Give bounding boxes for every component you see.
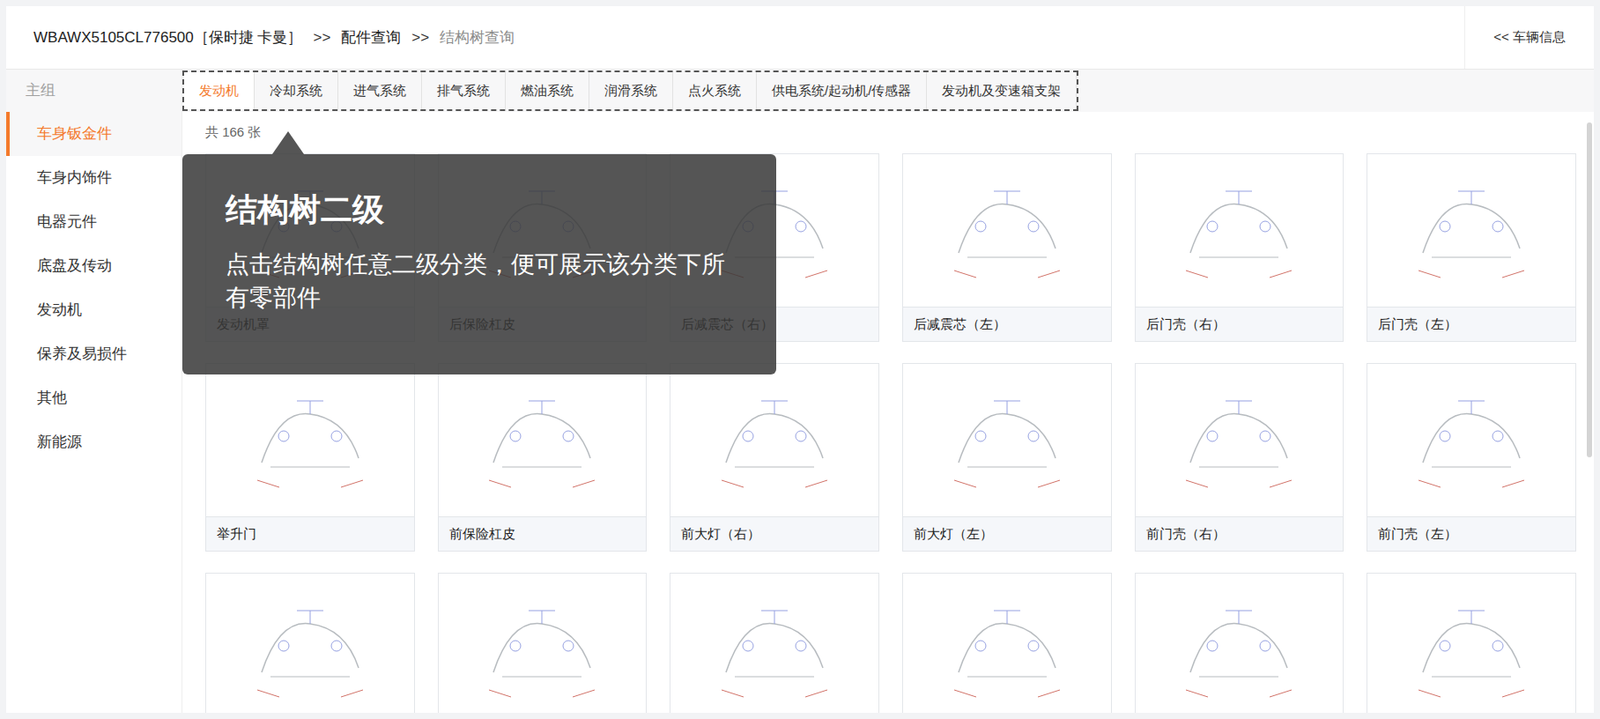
part-card[interactable]: 举升门 xyxy=(205,362,415,552)
breadcrumb-item[interactable]: 配件查询 xyxy=(340,26,401,50)
part-card[interactable] xyxy=(437,572,648,713)
part-diagram-icon xyxy=(1172,173,1305,289)
part-image xyxy=(1367,363,1576,517)
tab-bar: 发动机冷却系统进气系统排气系统燃油系统润滑系统点火系统供电系统/起动机/传感器发… xyxy=(182,69,1594,112)
part-card[interactable] xyxy=(669,572,880,713)
part-image xyxy=(670,363,879,517)
part-image xyxy=(438,363,647,517)
part-image xyxy=(903,363,1112,517)
part-label: 举升门 xyxy=(206,516,415,551)
breadcrumb-item: 结构树查询 xyxy=(439,26,515,50)
sidebar-item[interactable]: 底盘及传动 xyxy=(6,244,182,289)
part-label: 后门壳（右） xyxy=(1135,306,1344,341)
sidebar-item[interactable]: 车身内饰件 xyxy=(6,155,182,200)
app: WBAWX5105CL776500［保时捷 卡曼］ >> 配件查询 >> 结构树查询 <<… xyxy=(0,0,1600,719)
tooltip-arrow-icon xyxy=(272,131,304,155)
part-diagram-icon xyxy=(1405,173,1538,289)
part-diagram-icon xyxy=(475,592,608,708)
part-image xyxy=(1135,573,1344,713)
part-card[interactable]: 前门壳（右） xyxy=(1134,362,1345,552)
part-image xyxy=(1135,363,1344,517)
part-diagram-icon xyxy=(1405,592,1538,708)
part-label: 前大灯（左） xyxy=(903,516,1112,551)
scrollbar[interactable] xyxy=(1585,111,1594,713)
tab[interactable]: 润滑系统 xyxy=(589,72,674,110)
tab[interactable]: 点火系统 xyxy=(673,72,757,110)
sidebar-item[interactable]: 电器元件 xyxy=(6,200,182,245)
breadcrumb: WBAWX5105CL776500［保时捷 卡曼］ >> 配件查询 >> 结构树查询 xyxy=(6,26,515,50)
part-card[interactable]: 前大灯（左） xyxy=(902,362,1112,552)
tab[interactable]: 燃油系统 xyxy=(505,72,590,110)
part-image xyxy=(1367,154,1576,307)
part-label: 前门壳（左） xyxy=(1367,516,1576,551)
part-diagram-icon xyxy=(475,383,608,498)
sidebar-item[interactable]: 发动机 xyxy=(6,288,182,333)
tooltip-body: 点击结构树任意二级分类，便可展示该分类下所有零部件 xyxy=(225,248,734,316)
part-diagram-icon xyxy=(708,383,841,498)
tab-group: 发动机冷却系统进气系统排气系统燃油系统润滑系统点火系统供电系统/起动机/传感器发… xyxy=(182,70,1079,112)
part-card[interactable] xyxy=(902,572,1112,713)
part-image xyxy=(206,363,415,517)
part-label: 后门壳（左） xyxy=(1367,306,1576,341)
breadcrumb-separator: >> xyxy=(411,26,430,50)
tooltip-title: 结构树二级 xyxy=(225,189,734,230)
breadcrumb-item[interactable]: WBAWX5105CL776500［保时捷 卡曼］ xyxy=(33,26,303,50)
tab[interactable]: 排气系统 xyxy=(422,72,506,110)
part-label: 后减震芯（左） xyxy=(903,306,1112,341)
part-image xyxy=(903,573,1112,713)
sidebar: 主组车身钣金件车身内饰件电器元件底盘及传动发动机保养及易损件其他新能源 xyxy=(6,69,183,713)
sidebar-title: 主组 xyxy=(6,69,182,112)
part-card[interactable]: 前保险杠皮 xyxy=(437,362,648,552)
part-label: 前门壳（右） xyxy=(1135,516,1344,551)
sidebar-item[interactable]: 保养及易损件 xyxy=(6,332,182,377)
page-card: WBAWX5105CL776500［保时捷 卡曼］ >> 配件查询 >> 结构树查询 <<… xyxy=(6,6,1594,713)
vehicle-info-button[interactable]: << 车辆信息 xyxy=(1464,6,1594,69)
part-diagram-icon xyxy=(1172,592,1305,708)
part-diagram-icon xyxy=(940,173,1074,289)
part-card[interactable]: 后门壳（右） xyxy=(1134,153,1345,342)
part-card[interactable] xyxy=(205,572,415,713)
part-label: 前保险杠皮 xyxy=(438,516,647,551)
part-diagram-icon xyxy=(708,592,841,708)
part-image xyxy=(438,573,647,713)
sidebar-item[interactable]: 其他 xyxy=(6,376,182,421)
part-card[interactable] xyxy=(1134,572,1345,713)
tab[interactable]: 冷却系统 xyxy=(254,72,339,110)
part-card[interactable]: 前门壳（左） xyxy=(1366,362,1577,552)
sidebar-item[interactable]: 车身钣金件 xyxy=(6,111,182,156)
sidebar-item[interactable]: 新能源 xyxy=(6,420,182,465)
part-diagram-icon xyxy=(940,383,1074,498)
part-image xyxy=(903,154,1112,307)
scrollbar-thumb[interactable] xyxy=(1586,122,1593,458)
part-card[interactable] xyxy=(1366,572,1577,713)
part-image xyxy=(1367,573,1576,713)
part-card[interactable]: 后门壳（左） xyxy=(1366,153,1577,342)
content: 发动机冷却系统进气系统排气系统燃油系统润滑系统点火系统供电系统/起动机/传感器发… xyxy=(182,69,1594,713)
part-image xyxy=(206,573,415,713)
part-image xyxy=(670,573,879,713)
part-diagram-icon xyxy=(244,383,377,498)
part-card[interactable]: 后减震芯（左） xyxy=(902,153,1112,342)
count-label: 共 166 张 xyxy=(205,111,1577,154)
tooltip: 结构树二级点击结构树任意二级分类，便可展示该分类下所有零部件 xyxy=(182,154,777,375)
part-card[interactable]: 前大灯（右） xyxy=(669,362,880,552)
part-diagram-icon xyxy=(1405,383,1538,498)
part-diagram-icon xyxy=(1172,383,1305,498)
tab[interactable]: 供电系统/起动机/传感器 xyxy=(756,72,927,110)
part-image xyxy=(1135,154,1344,307)
part-label: 前大灯（右） xyxy=(670,516,879,551)
body: 主组车身钣金件车身内饰件电器元件底盘及传动发动机保养及易损件其他新能源发动机冷却… xyxy=(6,69,1594,713)
part-diagram-icon xyxy=(940,592,1074,708)
tab[interactable]: 发动机及变速箱支架 xyxy=(926,72,1077,110)
header: WBAWX5105CL776500［保时捷 卡曼］ >> 配件查询 >> 结构树查询 <<… xyxy=(6,6,1594,70)
tab[interactable]: 发动机 xyxy=(184,72,255,110)
breadcrumb-separator: >> xyxy=(312,26,331,50)
tab[interactable]: 进气系统 xyxy=(338,72,423,110)
part-diagram-icon xyxy=(244,592,377,708)
